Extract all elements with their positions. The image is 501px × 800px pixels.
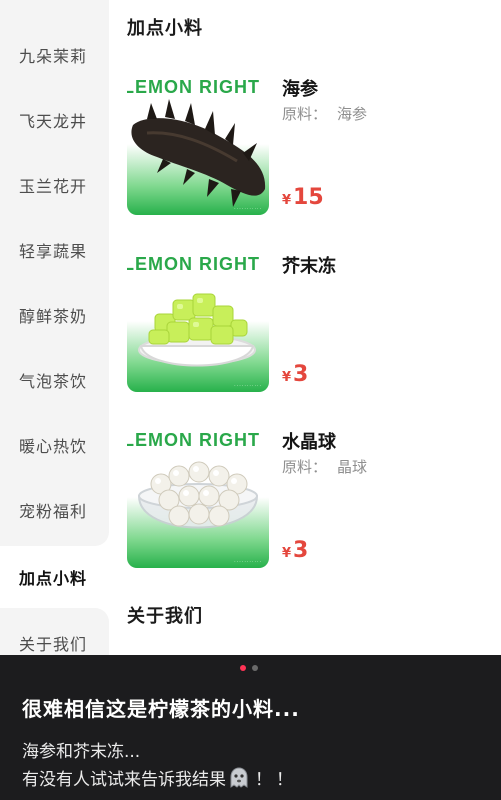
price-value: 3 [293, 362, 309, 387]
fine-print-decor: · · · · · · · · · · · [234, 559, 261, 564]
category-sidebar: 九朵茉莉 飞天龙井 玉兰花开 轻享蔬果 醇鲜茶奶 气泡茶饮 暖心热饮 宠粉福利 … [0, 0, 109, 655]
sidebar-item-label: 关于我们 [19, 635, 88, 654]
ingredients-label: 原料： [282, 105, 328, 123]
price-value: 15 [293, 185, 324, 210]
sidebar-item-label: 玉兰花开 [19, 177, 88, 196]
product-list: 加点小料 LEMON RIGHT · · · · · · · · · · · 海… [109, 0, 501, 655]
sidebar-item-fan-perks[interactable]: 宠粉福利 [0, 479, 109, 541]
sidebar-item-hot-drinks[interactable]: 暖心热饮 [0, 414, 109, 476]
currency-symbol: ¥ [282, 546, 292, 561]
product-ingredients: 原料： 晶球 [282, 456, 367, 477]
sidebar-item-fruit-veg[interactable]: 轻享蔬果 [0, 219, 109, 281]
currency-symbol: ¥ [282, 193, 292, 208]
ingredients-label: 原料： [282, 458, 328, 476]
product-image[interactable]: LEMON RIGHT · · · · · · · · · · · [127, 250, 269, 392]
crystal-balls-bowl-icon [137, 461, 259, 529]
fine-print-decor: · · · · · · · · · · · [234, 206, 261, 211]
product-price: ¥15 [282, 185, 324, 210]
product-image[interactable]: LEMON RIGHT · · · · · · · · · · · [127, 426, 269, 568]
post-body-line-2: 有没有人试试来告诉我结果 ！！ [22, 765, 297, 790]
product-card-crystal-balls[interactable]: LEMON RIGHT · · · · · · · · · · · 水晶球 原料… [127, 426, 489, 571]
product-name: 水晶球 [282, 432, 336, 453]
post-caption-overlay: 很难相信这是柠檬茶的小料... 海参和芥末冻... 有没有人试试来告诉我结果 ！… [0, 655, 501, 800]
product-name: 海参 [282, 79, 318, 100]
product-name: 芥末冻 [282, 256, 336, 277]
sidebar-item-label: 轻享蔬果 [19, 242, 88, 261]
post-title: 很难相信这是柠檬茶的小料... [22, 697, 300, 721]
sea-cucumber-icon [131, 99, 266, 207]
currency-symbol: ¥ [282, 370, 292, 385]
sidebar-item-label: 九朵茉莉 [19, 47, 88, 66]
product-card-sea-cucumber[interactable]: LEMON RIGHT · · · · · · · · · · · 海参 原料：… [127, 73, 489, 218]
sidebar-item-toppings[interactable]: 加点小料 [0, 546, 109, 608]
sidebar-item-label: 宠粉福利 [19, 502, 88, 521]
sidebar-item-label: 暖心热饮 [19, 437, 88, 456]
sidebar-item-magnolia[interactable]: 玉兰花开 [0, 154, 109, 216]
sidebar-item-milk-tea[interactable]: 醇鲜茶奶 [0, 284, 109, 346]
product-price: ¥3 [282, 538, 308, 563]
ghost-face-emoji-icon [230, 766, 248, 788]
sidebar-item-sparkling[interactable]: 气泡茶饮 [0, 349, 109, 411]
section-title-about-us: 关于我们 [127, 606, 203, 627]
sidebar-item-about-us[interactable]: 关于我们 [0, 612, 109, 655]
sidebar-item-label: 飞天龙井 [19, 112, 88, 131]
page-dot-active[interactable] [240, 665, 246, 671]
post-body-line-2-text: 有没有人试试来告诉我结果 [22, 770, 226, 790]
sidebar-item-label: 气泡茶饮 [19, 372, 88, 391]
ingredients-value: 晶球 [337, 458, 368, 476]
image-page-indicator [240, 665, 258, 671]
sidebar-item-label: 加点小料 [19, 569, 88, 588]
ingredients-value: 海参 [337, 105, 368, 123]
sidebar-item-label: 醇鲜茶奶 [19, 307, 88, 326]
fine-print-decor: · · · · · · · · · · · [234, 383, 261, 388]
post-body-line-2-suffix: ！！ [255, 770, 297, 790]
section-title-toppings: 加点小料 [127, 18, 203, 39]
product-card-wasabi-jelly[interactable]: LEMON RIGHT · · · · · · · · · · · 芥末冻 ¥3 [127, 250, 489, 395]
price-value: 3 [293, 538, 309, 563]
page-dot[interactable] [252, 665, 258, 671]
active-item-corner-top [95, 532, 109, 546]
product-ingredients: 原料： 海参 [282, 103, 367, 124]
post-body-line-1: 海参和芥末冻... [22, 742, 141, 762]
product-image[interactable]: LEMON RIGHT · · · · · · · · · · · [127, 73, 269, 215]
sidebar-item-longjing[interactable]: 飞天龙井 [0, 89, 109, 151]
wasabi-jelly-bowl-icon [138, 293, 256, 367]
product-price: ¥3 [282, 362, 308, 387]
sidebar-item-jasmine[interactable]: 九朵茉莉 [0, 24, 109, 86]
